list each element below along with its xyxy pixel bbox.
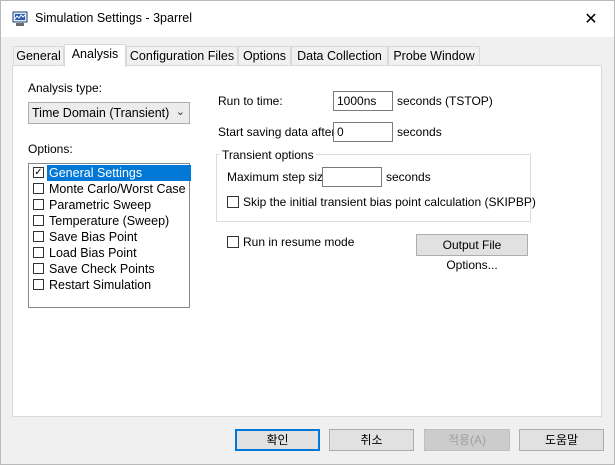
- option-label: Parametric Sweep: [49, 198, 152, 212]
- option-label: Save Bias Point: [49, 230, 138, 244]
- list-item[interactable]: Parametric Sweep: [31, 197, 189, 213]
- apply-button: 적용(A): [424, 429, 510, 451]
- ok-button[interactable]: 확인: [235, 429, 320, 451]
- analysis-type-dropdown[interactable]: Time Domain (Transient) ⌄: [28, 102, 190, 124]
- list-item[interactable]: ✓ General Settings: [31, 165, 191, 181]
- list-item[interactable]: Monte Carlo/Worst Case: [31, 181, 189, 197]
- tab-general[interactable]: General: [13, 46, 64, 66]
- run-to-time-input[interactable]: 1000ns: [333, 91, 393, 111]
- tab-strip: General Analysis Configuration Files Opt…: [13, 44, 603, 67]
- option-label: Save Check Points: [49, 262, 155, 276]
- skip-bias-label: Skip the initial transient bias point ca…: [243, 195, 536, 209]
- cancel-button[interactable]: 취소: [329, 429, 414, 451]
- checkbox[interactable]: [33, 247, 44, 258]
- option-label: Load Bias Point: [49, 246, 137, 260]
- option-label: Restart Simulation: [49, 278, 152, 292]
- checkbox[interactable]: [33, 199, 44, 210]
- tab-probe-window[interactable]: Probe Window: [388, 46, 480, 66]
- checkbox[interactable]: [33, 183, 44, 194]
- start-saving-unit: seconds: [397, 125, 442, 139]
- tab-options[interactable]: Options: [238, 46, 291, 66]
- option-label: Monte Carlo/Worst Case: [49, 182, 186, 196]
- close-icon: ✕: [584, 11, 598, 28]
- checkbox[interactable]: [33, 279, 44, 290]
- run-to-time-unit: seconds (TSTOP): [397, 94, 493, 108]
- option-label: General Settings: [47, 165, 191, 181]
- close-button[interactable]: ✕: [568, 1, 614, 37]
- transient-options-group: [216, 154, 531, 222]
- analysis-type-value: Time Domain (Transient): [32, 106, 170, 120]
- chevron-down-icon: ⌄: [175, 106, 185, 118]
- start-saving-input[interactable]: 0: [333, 122, 393, 142]
- tab-data-collection[interactable]: Data Collection: [291, 46, 388, 66]
- max-step-input[interactable]: [322, 167, 382, 187]
- resume-mode-checkbox[interactable]: [227, 236, 239, 248]
- checkmark-icon[interactable]: ✓: [33, 167, 44, 178]
- help-button[interactable]: 도움말: [519, 429, 604, 451]
- window-title: Simulation Settings - 3parrel: [35, 11, 193, 25]
- max-step-unit: seconds: [386, 170, 431, 184]
- simulation-settings-dialog: Simulation Settings - 3parrel ✕ General …: [0, 0, 615, 465]
- list-item[interactable]: Temperature (Sweep): [31, 213, 189, 229]
- list-item[interactable]: Save Bias Point: [31, 229, 189, 245]
- list-item[interactable]: Restart Simulation: [31, 277, 189, 293]
- checkbox[interactable]: [33, 231, 44, 242]
- list-item[interactable]: Load Bias Point: [31, 245, 189, 261]
- transient-options-title: Transient options: [220, 148, 316, 162]
- skip-bias-checkbox[interactable]: [227, 196, 239, 208]
- analysis-panel: Analysis type: Time Domain (Transient) ⌄…: [12, 65, 602, 417]
- options-label: Options:: [28, 142, 73, 156]
- simulation-app-icon: [12, 11, 28, 26]
- start-saving-label: Start saving data after:: [218, 125, 339, 139]
- run-to-time-label: Run to time:: [218, 94, 283, 108]
- checkbox[interactable]: [33, 263, 44, 274]
- resume-mode-label: Run in resume mode: [243, 235, 355, 249]
- tab-configuration-files[interactable]: Configuration Files: [126, 46, 238, 66]
- options-list[interactable]: ✓ General Settings Monte Carlo/Worst Cas…: [28, 163, 191, 308]
- tab-analysis[interactable]: Analysis: [64, 44, 126, 67]
- checkbox[interactable]: [33, 215, 44, 226]
- option-label: Temperature (Sweep): [49, 214, 170, 228]
- title-bar: Simulation Settings - 3parrel ✕: [1, 1, 614, 37]
- output-file-options-button[interactable]: Output File Options...: [416, 234, 528, 272]
- analysis-type-label: Analysis type:: [28, 81, 103, 95]
- list-item[interactable]: Save Check Points: [31, 261, 189, 277]
- max-step-label: Maximum step size:: [227, 170, 334, 184]
